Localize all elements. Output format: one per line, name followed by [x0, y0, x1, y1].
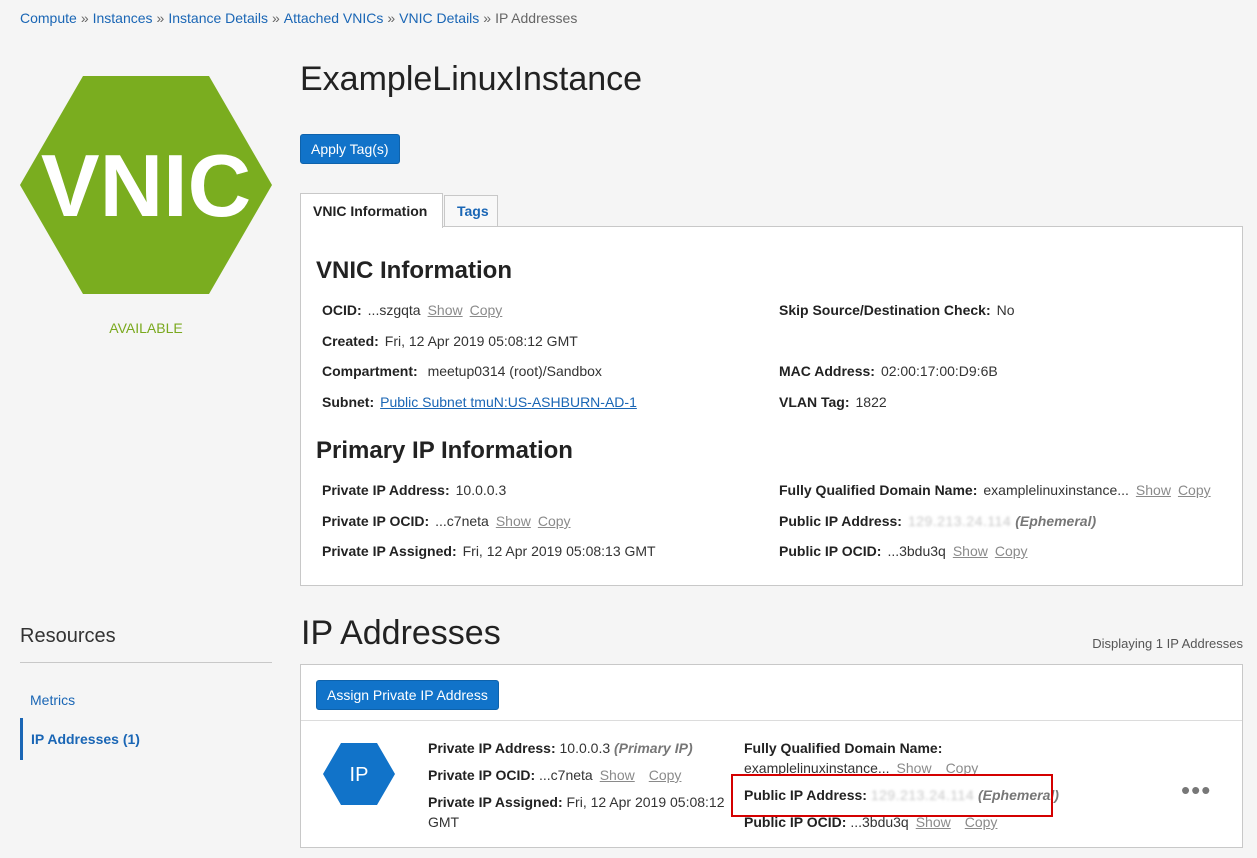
private-ocid-label: Private IP OCID: [322, 513, 430, 529]
ocid-label: OCID: [322, 302, 362, 318]
private-ip-value: 10.0.0.3 [455, 482, 507, 498]
breadcrumb-instance-details[interactable]: Instance Details [168, 10, 268, 26]
skip-check-value: No [996, 302, 1015, 318]
vlan-label: VLAN Tag: [779, 394, 850, 410]
ip-private-ocid-row: Private IP OCID: ...c7neta Show Copy [428, 765, 681, 785]
created-row: Created: Fri, 12 Apr 2019 05:08:12 GMT [322, 333, 578, 349]
skip-check-label: Skip Source/Destination Check: [779, 302, 991, 318]
resources-divider [20, 662, 272, 663]
mac-row: MAC Address: 02:00:17:00:D9:6B [779, 363, 998, 379]
private-ocid-value: ...c7neta [435, 513, 489, 529]
private-ocid-show-link[interactable]: Show [496, 513, 531, 529]
ip-private-ocid-value: ...c7neta [539, 767, 593, 783]
vnic-info-panel: VNIC Information OCID: ...szgqta Show Copy … [300, 226, 1243, 586]
subnet-label: Subnet: [322, 394, 375, 410]
breadcrumb-current: IP Addresses [495, 10, 578, 26]
public-ip-value: 129.213.24.114 [907, 513, 1012, 529]
private-ip-row: Private IP Address: 10.0.0.3 [322, 482, 506, 498]
vnic-badge-text: VNIC [41, 136, 251, 235]
breadcrumb-separator: » [483, 10, 492, 26]
more-actions-icon[interactable]: ••• [1181, 775, 1211, 806]
breadcrumb-separator: » [271, 10, 280, 26]
assign-private-ip-button[interactable]: Assign Private IP Address [316, 680, 499, 710]
created-value: Fri, 12 Apr 2019 05:08:12 GMT [384, 333, 578, 349]
ip-fqdn-row: Fully Qualified Domain Name: [744, 738, 942, 758]
created-label: Created: [322, 333, 379, 349]
breadcrumb-instances[interactable]: Instances [93, 10, 153, 26]
public-ocid-value: ...3bdu3q [887, 543, 946, 559]
ip-private-assigned-label: Private IP Assigned: [428, 794, 563, 810]
breadcrumb-separator: » [80, 10, 89, 26]
fqdn-row: Fully Qualified Domain Name: examplelinux… [779, 482, 1211, 498]
compartment-label: Compartment: [322, 363, 418, 379]
subnet-row: Subnet: Public Subnet tmuN:US-ASHBURN-AD-… [322, 394, 637, 410]
public-ocid-row: Public IP OCID: ...3bdu3q Show Copy [779, 543, 1028, 559]
ip-addresses-panel: Assign Private IP Address IP Private IP … [300, 664, 1243, 848]
primary-ip-heading: Primary IP Information [316, 437, 573, 464]
private-assigned-value: Fri, 12 Apr 2019 05:08:13 GMT [462, 543, 656, 559]
skip-check-row: Skip Source/Destination Check: No [779, 302, 1015, 318]
breadcrumb: Compute» Instances» Instance Details» Attac… [20, 10, 577, 26]
fqdn-value: examplelinuxinstance... [983, 482, 1129, 498]
ip-private-ocid-label: Private IP OCID: [428, 767, 536, 783]
subnet-link[interactable]: Public Subnet tmuN:US-ASHBURN-AD-1 [380, 394, 637, 410]
highlight-box [731, 774, 1053, 817]
fqdn-copy-link[interactable]: Copy [1178, 482, 1211, 498]
ocid-value: ...szgqta [367, 302, 421, 318]
resources-title: Resources [20, 625, 116, 647]
vlan-row: VLAN Tag: 1822 [779, 394, 887, 410]
ocid-copy-link[interactable]: Copy [470, 302, 503, 318]
page-title: ExampleLinuxInstance [300, 60, 643, 98]
public-ocid-show-link[interactable]: Show [953, 543, 988, 559]
ephemeral-tag: (Ephemeral) [1015, 513, 1097, 529]
ip-private-ocid-copy-link[interactable]: Copy [649, 767, 682, 783]
ocid-row: OCID: ...szgqta Show Copy [322, 302, 502, 318]
ip-hexagon-icon: IP [323, 743, 395, 805]
apply-tags-button[interactable]: Apply Tag(s) [300, 134, 400, 164]
breadcrumb-separator: » [387, 10, 396, 26]
ip-toolbar: Assign Private IP Address [301, 665, 1242, 721]
private-assigned-row: Private IP Assigned: Fri, 12 Apr 2019 05:… [322, 543, 656, 559]
tab-vnic-information[interactable]: VNIC Information [300, 193, 443, 228]
fqdn-label: Fully Qualified Domain Name: [779, 482, 978, 498]
vnic-info-heading: VNIC Information [316, 257, 512, 284]
displaying-count: Displaying 1 IP Addresses [1092, 636, 1243, 651]
private-ocid-copy-link[interactable]: Copy [538, 513, 571, 529]
vnic-hexagon-icon: VNIC [20, 76, 272, 294]
vnic-badge: VNIC [20, 76, 272, 294]
private-ocid-row: Private IP OCID: ...c7neta Show Copy [322, 513, 571, 529]
vlan-value: 1822 [855, 394, 887, 410]
mac-value: 02:00:17:00:D9:6B [880, 363, 998, 379]
tab-tags[interactable]: Tags [444, 195, 498, 227]
breadcrumb-separator: » [156, 10, 165, 26]
public-ip-row: Public IP Address: 129.213.24.114 (Ephemer… [779, 513, 1096, 529]
primary-ip-tag: (Primary IP) [614, 740, 693, 756]
public-ocid-label: Public IP OCID: [779, 543, 882, 559]
public-ip-label: Public IP Address: [779, 513, 902, 529]
ip-private-address-label: Private IP Address: [428, 740, 556, 756]
compartment-row: Compartment: meetup0314 (root)/Sandbox [322, 363, 602, 379]
private-ip-label: Private IP Address: [322, 482, 450, 498]
ip-private-address-value: 10.0.0.3 [559, 740, 611, 756]
breadcrumb-compute[interactable]: Compute [20, 10, 77, 26]
mac-label: MAC Address: [779, 363, 875, 379]
ip-fqdn-label: Fully Qualified Domain Name: [744, 740, 943, 756]
ip-badge-text: IP [350, 764, 369, 786]
ocid-show-link[interactable]: Show [428, 302, 463, 318]
private-assigned-label: Private IP Assigned: [322, 543, 457, 559]
sidebar-item-ip-addresses[interactable]: IP Addresses (1) [20, 718, 272, 760]
sidebar-item-metrics[interactable]: Metrics [20, 690, 272, 710]
ip-private-address-row: Private IP Address: 10.0.0.3 (Primary IP… [428, 738, 693, 758]
ip-private-ocid-show-link[interactable]: Show [600, 767, 635, 783]
ip-private-assigned-row: Private IP Assigned: Fri, 12 Apr 2019 05… [428, 792, 728, 832]
fqdn-show-link[interactable]: Show [1136, 482, 1171, 498]
ip-badge: IP [323, 743, 395, 808]
public-ocid-copy-link[interactable]: Copy [995, 543, 1028, 559]
breadcrumb-attached-vnics[interactable]: Attached VNICs [284, 10, 384, 26]
ip-addresses-title: IP Addresses [301, 614, 501, 652]
breadcrumb-vnic-details[interactable]: VNIC Details [399, 10, 479, 26]
status-badge: AVAILABLE [109, 320, 183, 336]
compartment-value: meetup0314 (root)/Sandbox [427, 363, 602, 379]
